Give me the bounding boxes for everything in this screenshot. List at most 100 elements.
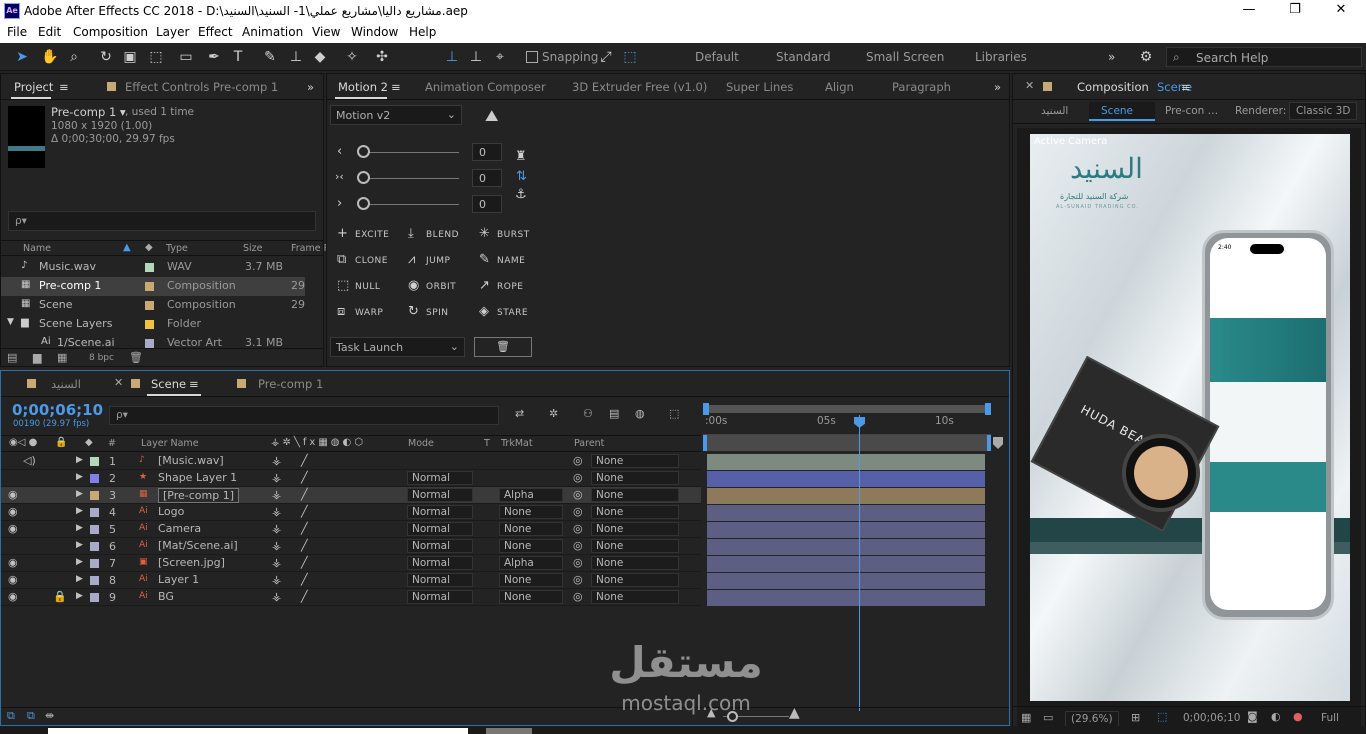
brush-tool-icon[interactable]: ✎ — [260, 47, 280, 67]
ease-both-value[interactable]: 0 — [472, 169, 502, 187]
expand-layer-icon[interactable]: ▶ — [76, 489, 83, 499]
audio-icon[interactable]: ◁) — [23, 454, 36, 467]
ease-out-value[interactable]: 0 — [472, 195, 502, 213]
camera-snapshot-icon[interactable]: ◙ — [1247, 710, 1258, 723]
timeline-layer-row[interactable]: ▶ 2 ★ Shape Layer 1 ⚶ ╱ Normal ◎ None — [1, 470, 701, 487]
layer-trkmat-dropdown[interactable]: None — [499, 590, 563, 604]
expand-layer-icon[interactable]: ▶ — [76, 472, 83, 482]
task-trash-button[interactable]: 🗑 — [474, 337, 532, 357]
hand-tool-icon[interactable]: ✋ — [40, 47, 60, 67]
world-axis-icon[interactable]: ⊥ — [466, 47, 486, 67]
menu-help[interactable]: Help — [409, 25, 436, 39]
pickwhip-icon[interactable]: ◎ — [573, 471, 583, 484]
ease-out-track[interactable] — [363, 204, 459, 205]
label-swatch[interactable] — [145, 301, 154, 310]
layer-duration-bar[interactable] — [707, 488, 985, 504]
menu-edit[interactable]: Edit — [38, 25, 61, 39]
horizontal-scrollbar-thumb[interactable] — [486, 728, 532, 734]
tab-scene-comp[interactable]: Scene — [151, 377, 186, 391]
motion-preset-dropdown[interactable]: Motion v2 ⌄ — [330, 105, 462, 125]
time-ruler[interactable]: :00s 05s 10s — [703, 415, 991, 435]
expand-toggle-icon[interactable]: ▼ — [7, 317, 14, 327]
col-name[interactable]: Name — [23, 243, 51, 254]
quality-switch-icon[interactable]: ╱ — [301, 454, 308, 467]
tab-precomp-1[interactable]: Pre-comp 1 — [258, 377, 323, 391]
toggle-switches-icon[interactable]: ⧉ — [7, 709, 15, 723]
layer-duration-bar[interactable] — [707, 454, 985, 470]
viewer-timecode[interactable]: 0;00;06;10 — [1183, 712, 1240, 724]
new-folder-icon[interactable]: ▆ — [33, 351, 41, 364]
visibility-eye-icon[interactable]: ◉ — [8, 556, 18, 569]
expand-layer-icon[interactable]: ▶ — [76, 506, 83, 516]
graph-editor-icon[interactable]: ⬚ — [669, 407, 679, 420]
toggle-modes-icon[interactable]: ⧉ — [27, 709, 35, 723]
motion-button-clone[interactable]: ⧉ CLONE — [337, 252, 401, 272]
layer-label-swatch[interactable] — [90, 576, 99, 585]
draft-3d-icon[interactable]: ✲ — [549, 407, 558, 420]
layer-mode-dropdown[interactable]: Normal — [407, 471, 473, 485]
snap-icon[interactable]: ⤢ — [596, 47, 616, 67]
quality-switch-icon[interactable]: ╱ — [301, 590, 308, 603]
layer-trkmat-dropdown[interactable]: Alpha — [499, 488, 563, 502]
lock-icon[interactable]: 🔒 — [53, 590, 67, 603]
visibility-eye-icon[interactable]: ◉ — [8, 573, 18, 586]
pickwhip-icon[interactable]: ◎ — [573, 488, 583, 501]
shy-switch-icon[interactable]: ⚶ — [272, 454, 281, 467]
label-tag-icon[interactable]: ◆ — [145, 242, 153, 253]
layer-name[interactable]: Layer 1 — [158, 573, 199, 586]
puppet-tool-icon[interactable]: ✣ — [372, 47, 392, 67]
layer-parent-dropdown[interactable]: None — [591, 573, 679, 587]
show-snapshot-icon[interactable]: ◐ — [1271, 710, 1281, 723]
label-swatch[interactable] — [145, 282, 154, 291]
selection-tool-icon[interactable]: ➤ — [12, 47, 32, 67]
layer-label-swatch[interactable] — [90, 525, 99, 534]
toggle-in-out-icon[interactable]: ⇼ — [45, 709, 54, 722]
pen-tool-icon[interactable]: ✒ — [204, 47, 224, 67]
type-tool-icon[interactable]: T — [228, 47, 248, 67]
ease-in-track[interactable] — [363, 152, 459, 153]
minimize-button[interactable]: — — [1234, 2, 1264, 17]
quality-switch-icon[interactable]: ╱ — [301, 471, 308, 484]
close-tab-icon[interactable]: ✕ — [1025, 79, 1034, 92]
expand-layer-icon[interactable]: ▶ — [76, 455, 83, 465]
shy-switch-icon[interactable]: ⚶ — [272, 522, 281, 535]
workspace-standard[interactable]: Standard — [776, 50, 831, 64]
layer-label-swatch[interactable] — [90, 559, 99, 568]
label-swatch[interactable] — [145, 263, 154, 272]
expand-layer-icon[interactable]: ▶ — [76, 574, 83, 584]
task-launch-dropdown[interactable]: Task Launch ⌄ — [330, 337, 465, 357]
shy-switch-icon[interactable]: ⚶ — [272, 590, 281, 603]
layer-duration-bar[interactable] — [707, 471, 985, 487]
interpret-footage-icon[interactable]: ▤ — [7, 351, 17, 364]
snap-target-icon[interactable]: ⬚ — [620, 47, 640, 67]
shy-switch-icon[interactable]: ⚶ — [272, 488, 281, 501]
project-item[interactable]: ▦ Scene Composition 29 — [1, 296, 305, 315]
menu-effect[interactable]: Effect — [198, 25, 233, 39]
timeline-layer-row[interactable]: ◉ ▶ 8 Ai Layer 1 ⚶ ╱ Normal None ◎ None — [1, 572, 701, 589]
workspace-more-icon[interactable]: » — [1108, 50, 1115, 64]
pickwhip-icon[interactable]: ◎ — [573, 522, 583, 535]
layer-mode-dropdown[interactable]: Normal — [407, 539, 473, 553]
tab-align[interactable]: Align — [825, 80, 854, 94]
shy-switch-icon[interactable]: ⚶ — [272, 556, 281, 569]
visibility-eye-icon[interactable]: ◉ — [8, 590, 18, 603]
layer-trkmat-dropdown[interactable]: Alpha — [499, 556, 563, 570]
breadcrumb-scene[interactable]: Scene — [1101, 105, 1133, 117]
pickwhip-icon[interactable]: ◎ — [573, 556, 583, 569]
layer-mode-dropdown[interactable]: Normal — [407, 573, 473, 587]
layer-parent-dropdown[interactable]: None — [591, 522, 679, 536]
visibility-eye-icon[interactable]: ◉ — [8, 522, 18, 535]
col-size[interactable]: Size — [243, 243, 263, 254]
expand-layer-icon[interactable]: ▶ — [76, 523, 83, 533]
comp-duration-bar[interactable] — [703, 435, 991, 451]
layer-name[interactable]: [Music.wav] — [158, 454, 224, 467]
layer-label-swatch[interactable] — [90, 457, 99, 466]
motion-menu-icon[interactable]: ≡ — [391, 80, 401, 94]
layer-parent-dropdown[interactable]: None — [591, 590, 679, 604]
ease-out-knob[interactable] — [357, 197, 370, 210]
timeline-layer-row[interactable]: ◉ ▶ 5 Ai Camera ⚶ ╱ Normal None ◎ None — [1, 521, 701, 538]
timeline-layer-row[interactable]: ◉ ▶ 4 Ai Logo ⚶ ╱ Normal None ◎ None — [1, 504, 701, 521]
tab-effect-controls[interactable]: Effect Controls Pre-comp 1 — [125, 80, 278, 94]
frame-blending-icon[interactable]: ▤ — [609, 407, 619, 420]
project-item[interactable]: ♪ Music.wav WAV 3.7 MB — [1, 258, 305, 277]
